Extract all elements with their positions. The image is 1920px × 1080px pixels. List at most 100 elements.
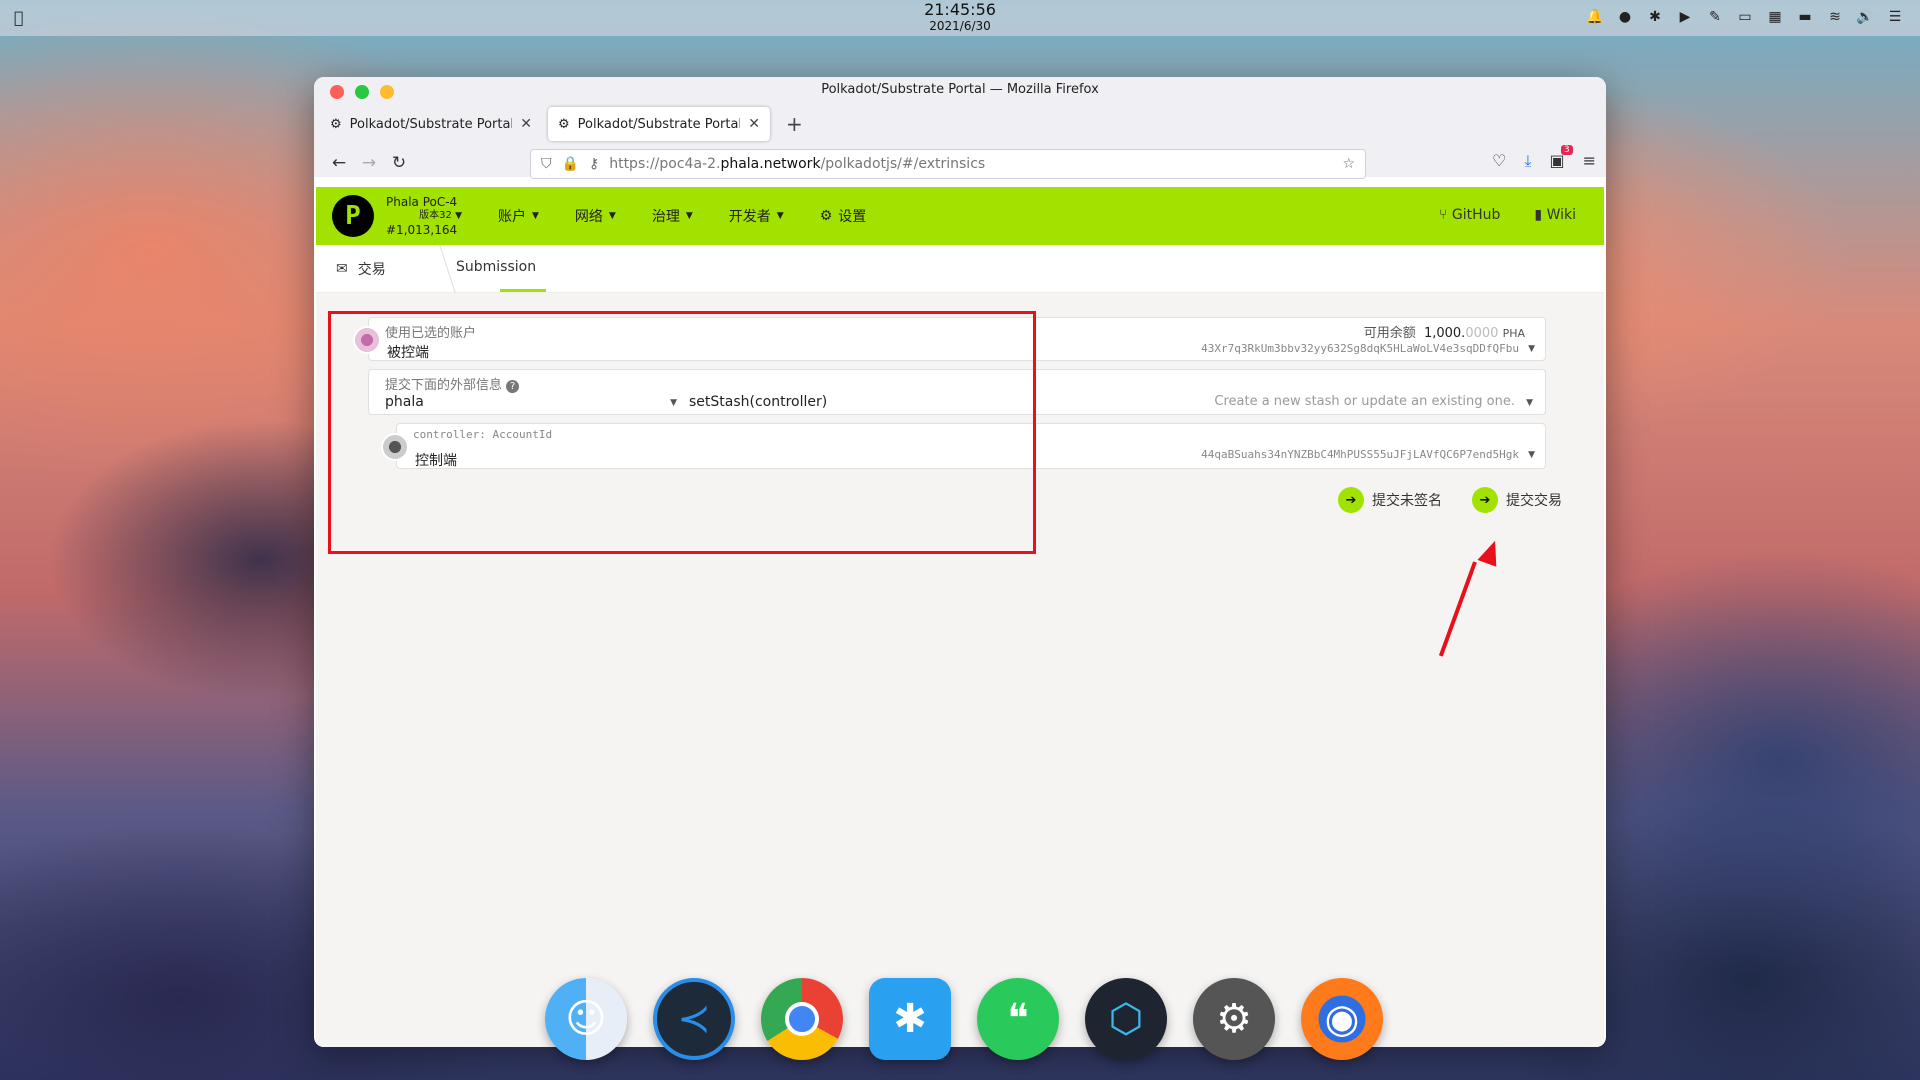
balance-label: 可用余额 [1363,326,1416,341]
chevron-down-icon[interactable]: ▼ [1528,344,1535,354]
back-icon[interactable]: ← [324,153,354,173]
header-links: ⑂ GitHub ▮ Wiki [1439,207,1576,223]
extensions-icon[interactable]: ▣ 3 [1549,145,1573,171]
menu-label: 治理 [651,209,680,225]
balance-unit: PHA [1502,327,1525,340]
chevron-down-icon: ▼ [776,211,784,221]
reload-icon[interactable]: ↻ [384,153,414,173]
key-icon[interactable]: ⚷ [589,156,599,172]
block-number: #1,013,164 [386,223,458,237]
browser-tab-active[interactable]: ⚙ Polkadot/Substrate Portal ✕ [548,107,770,141]
forward-icon[interactable]: → [354,153,384,173]
chevron-down-icon: ▼ [1528,450,1535,460]
browser-tab[interactable]: ⚙ Polkadot/Substrate Portal ✕ [320,107,542,141]
submit-transaction-label: 提交交易 [1506,493,1562,509]
app-tray-icon[interactable]: ✱ [1646,8,1664,26]
polkadot-favicon-icon: ⚙ [558,116,570,132]
annotation-highlight-box [328,311,1036,554]
activity-monitor-icon[interactable]: ⬡ [1085,978,1167,1060]
url-text[interactable]: https://poc4a-2.phala.network/polkadotjs… [609,156,1332,172]
notification-icon[interactable]: 🔔 [1586,8,1604,26]
menu-label: 设置 [838,209,867,225]
breadcrumb-divider [420,245,456,293]
shield-icon[interactable]: ⛉ [541,156,552,172]
app-header: P Phala PoC-4 版本32 ▼ #1,013,164 账户 ▼ 网络 ▼ … [316,187,1604,245]
menu-governance[interactable]: 治理 ▼ [652,206,693,226]
close-tab-icon[interactable]: ✕ [748,116,760,132]
url-bar[interactable]: ⛉ 🔒 ⚷ https://poc4a-2.phala.network/polk… [530,149,1366,179]
sign-in-icon: ➔ [1338,487,1364,513]
hamburger-menu-icon[interactable]: ≡ [1583,151,1596,171]
phala-logo[interactable]: P [332,195,374,237]
download-icon[interactable]: ⤓ [1524,151,1531,171]
finder-icon[interactable]: ☺ [545,978,627,1060]
menu-label: 账户 [498,209,526,225]
menu-label: 开发者 [728,209,771,225]
volume-icon[interactable]: 🔊 [1856,8,1874,26]
toolbar-right: ♡ ⤓ ▣ 3 ≡ [1492,145,1596,171]
chain-version: 版本32 ▼ [386,209,476,223]
breadcrumb[interactable]: ✉ 交易 [336,259,386,279]
wiki-label: Wiki [1546,207,1576,223]
nav-toolbar: ← → ↻ ⛉ 🔒 ⚷ https://poc4a-2.phala.networ… [314,145,1606,179]
system-menubar:  21:45:56 2021/6/30 🔔 ● ✱ ▶ ✎ ▭ ▦ ▬ ≋ 🔊… [0,0,1920,36]
wechat-tray-icon[interactable]: ● [1616,8,1634,26]
sub-navigation: ✉ 交易 Submission [316,245,1604,293]
close-tab-icon[interactable]: ✕ [520,116,532,132]
wiki-link[interactable]: ▮ Wiki [1534,207,1576,223]
menu-accounts[interactable]: 账户 ▼ [498,206,539,226]
chevron-down-icon: ▼ [685,211,693,221]
wechat-icon[interactable]: ❝ [977,978,1059,1060]
balance: 可用余额 1,000.0000 PHA [1364,322,1525,341]
chrome-icon[interactable] [761,978,843,1060]
chevron-down-icon: ▼ [455,211,462,221]
dock: ☺ ≺ ✱ ❝ ⬡ ⚙ ◉ [545,978,1383,1060]
battery-icon[interactable]: ▬ [1796,8,1814,26]
url-prefix: https://poc4a-2. [609,156,721,172]
balance-dec: 0000 [1465,326,1499,341]
dingtalk-icon[interactable]: ✱ [869,978,951,1060]
submit-unsigned-label: 提交未签名 [1372,493,1442,509]
wifi-icon[interactable]: ≋ [1826,8,1844,26]
menu-icon[interactable]: ☰ [1886,8,1904,26]
clipboard-icon[interactable]: ▭ [1736,8,1754,26]
polkadot-favicon-icon: ⚙ [330,116,342,132]
method-description: Create a new stash or update an existing… [1214,394,1515,409]
bookmark-star-icon[interactable]: ☆ [1342,156,1355,172]
sign-in-icon: ➔ [1472,487,1498,513]
play-icon[interactable]: ▶ [1676,8,1694,26]
breadcrumb-label: 交易 [357,262,386,278]
menu-settings[interactable]: ⚙ 设置 [820,206,867,226]
github-link[interactable]: ⑂ GitHub [1439,207,1500,223]
window-title: Polkadot/Substrate Portal — Mozilla Fire… [821,82,1099,97]
menu-label: 网络 [574,209,603,225]
tab-label: Polkadot/Substrate Portal [349,116,513,132]
firefox-icon[interactable]: ◉ [1301,978,1383,1060]
version-text: 版本32 [419,210,452,221]
gears-icon: ⚙ [819,208,833,224]
feather-icon[interactable]: ✎ [1706,8,1724,26]
code-branch-icon: ⑂ [1439,207,1448,223]
extensions-badge: 3 [1560,145,1573,155]
system-settings-icon[interactable]: ⚙ [1193,978,1275,1060]
chevron-down-icon: ▼ [608,211,616,221]
grid-icon[interactable]: ▦ [1766,8,1784,26]
account-address: 43Xr7q3RkUm3bbv32yy632Sg8dqK5HLaWoLV4e3s… [1201,342,1519,355]
lock-icon[interactable]: 🔒 [562,156,579,172]
firefox-window: Polkadot/Substrate Portal — Mozilla Fire… [314,77,1606,1047]
tab-label: Polkadot/Substrate Portal [577,116,741,132]
book-icon: ▮ [1534,207,1543,223]
submit-transaction-button[interactable]: ➔ 提交交易 [1472,487,1562,513]
titlebar: Polkadot/Substrate Portal — Mozilla Fire… [314,77,1606,179]
new-tab-button[interactable]: + [786,112,803,136]
tab-submission[interactable]: Submission [456,259,536,275]
envelope-icon: ✉ [336,261,348,277]
chain-selector[interactable]: Phala PoC-4 版本32 ▼ #1,013,164 [386,195,476,237]
chevron-down-icon: ▼ [532,211,539,221]
menu-developer[interactable]: 开发者 ▼ [729,206,784,226]
vscode-icon[interactable]: ≺ [653,978,735,1060]
menu-network[interactable]: 网络 ▼ [575,206,616,226]
pocket-icon[interactable]: ♡ [1492,151,1506,171]
submit-unsigned-button[interactable]: ➔ 提交未签名 [1338,487,1442,513]
chevron-down-icon: ▼ [1526,398,1533,408]
